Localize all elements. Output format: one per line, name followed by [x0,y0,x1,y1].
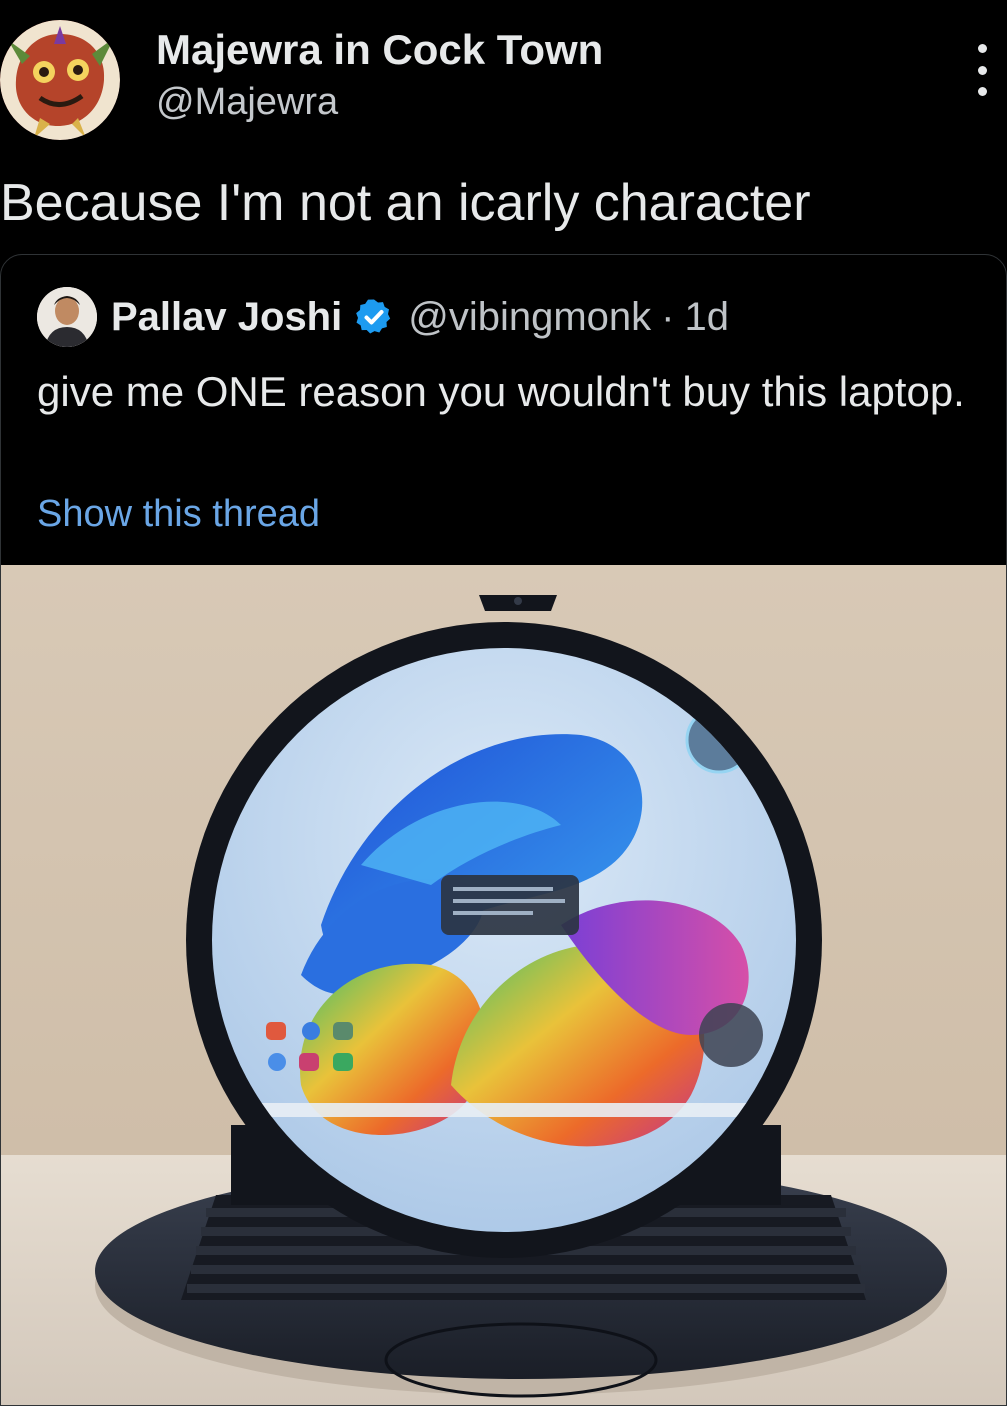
more-options-icon[interactable] [962,44,1002,96]
more-dot [977,65,987,75]
quoted-tweet-header: Pallav Joshi @vibingmonk · 1d [111,291,729,343]
quoted-tweet-image[interactable] [1,565,1006,1405]
quoted-tweet-text: give me ONE reason you wouldn't buy this… [37,368,965,415]
quoted-tweet-time[interactable]: 1d [685,295,730,340]
laptop-photo [1,565,1006,1405]
quoted-author-avatar[interactable] [37,287,97,347]
author-name[interactable]: Majewra in Cock Town [156,26,603,74]
author-handle[interactable]: @Majewra [156,80,338,124]
author-avatar[interactable] [0,20,120,140]
quoted-author-name[interactable]: Pallav Joshi [111,295,342,340]
tweet-text: Because I'm not an icarly character [0,174,811,232]
show-thread-link[interactable]: Show this thread [37,491,320,537]
more-dot [977,87,987,96]
tweet: Majewra in Cock Town @Majewra Because I'… [0,0,1007,1406]
verified-badge-icon [354,297,394,337]
quoted-tweet-card[interactable]: Pallav Joshi @vibingmonk · 1d give me ON… [0,254,1007,1406]
header-separator: · [661,294,675,339]
more-dot [977,44,987,53]
quoted-author-handle[interactable]: @vibingmonk [408,295,651,340]
